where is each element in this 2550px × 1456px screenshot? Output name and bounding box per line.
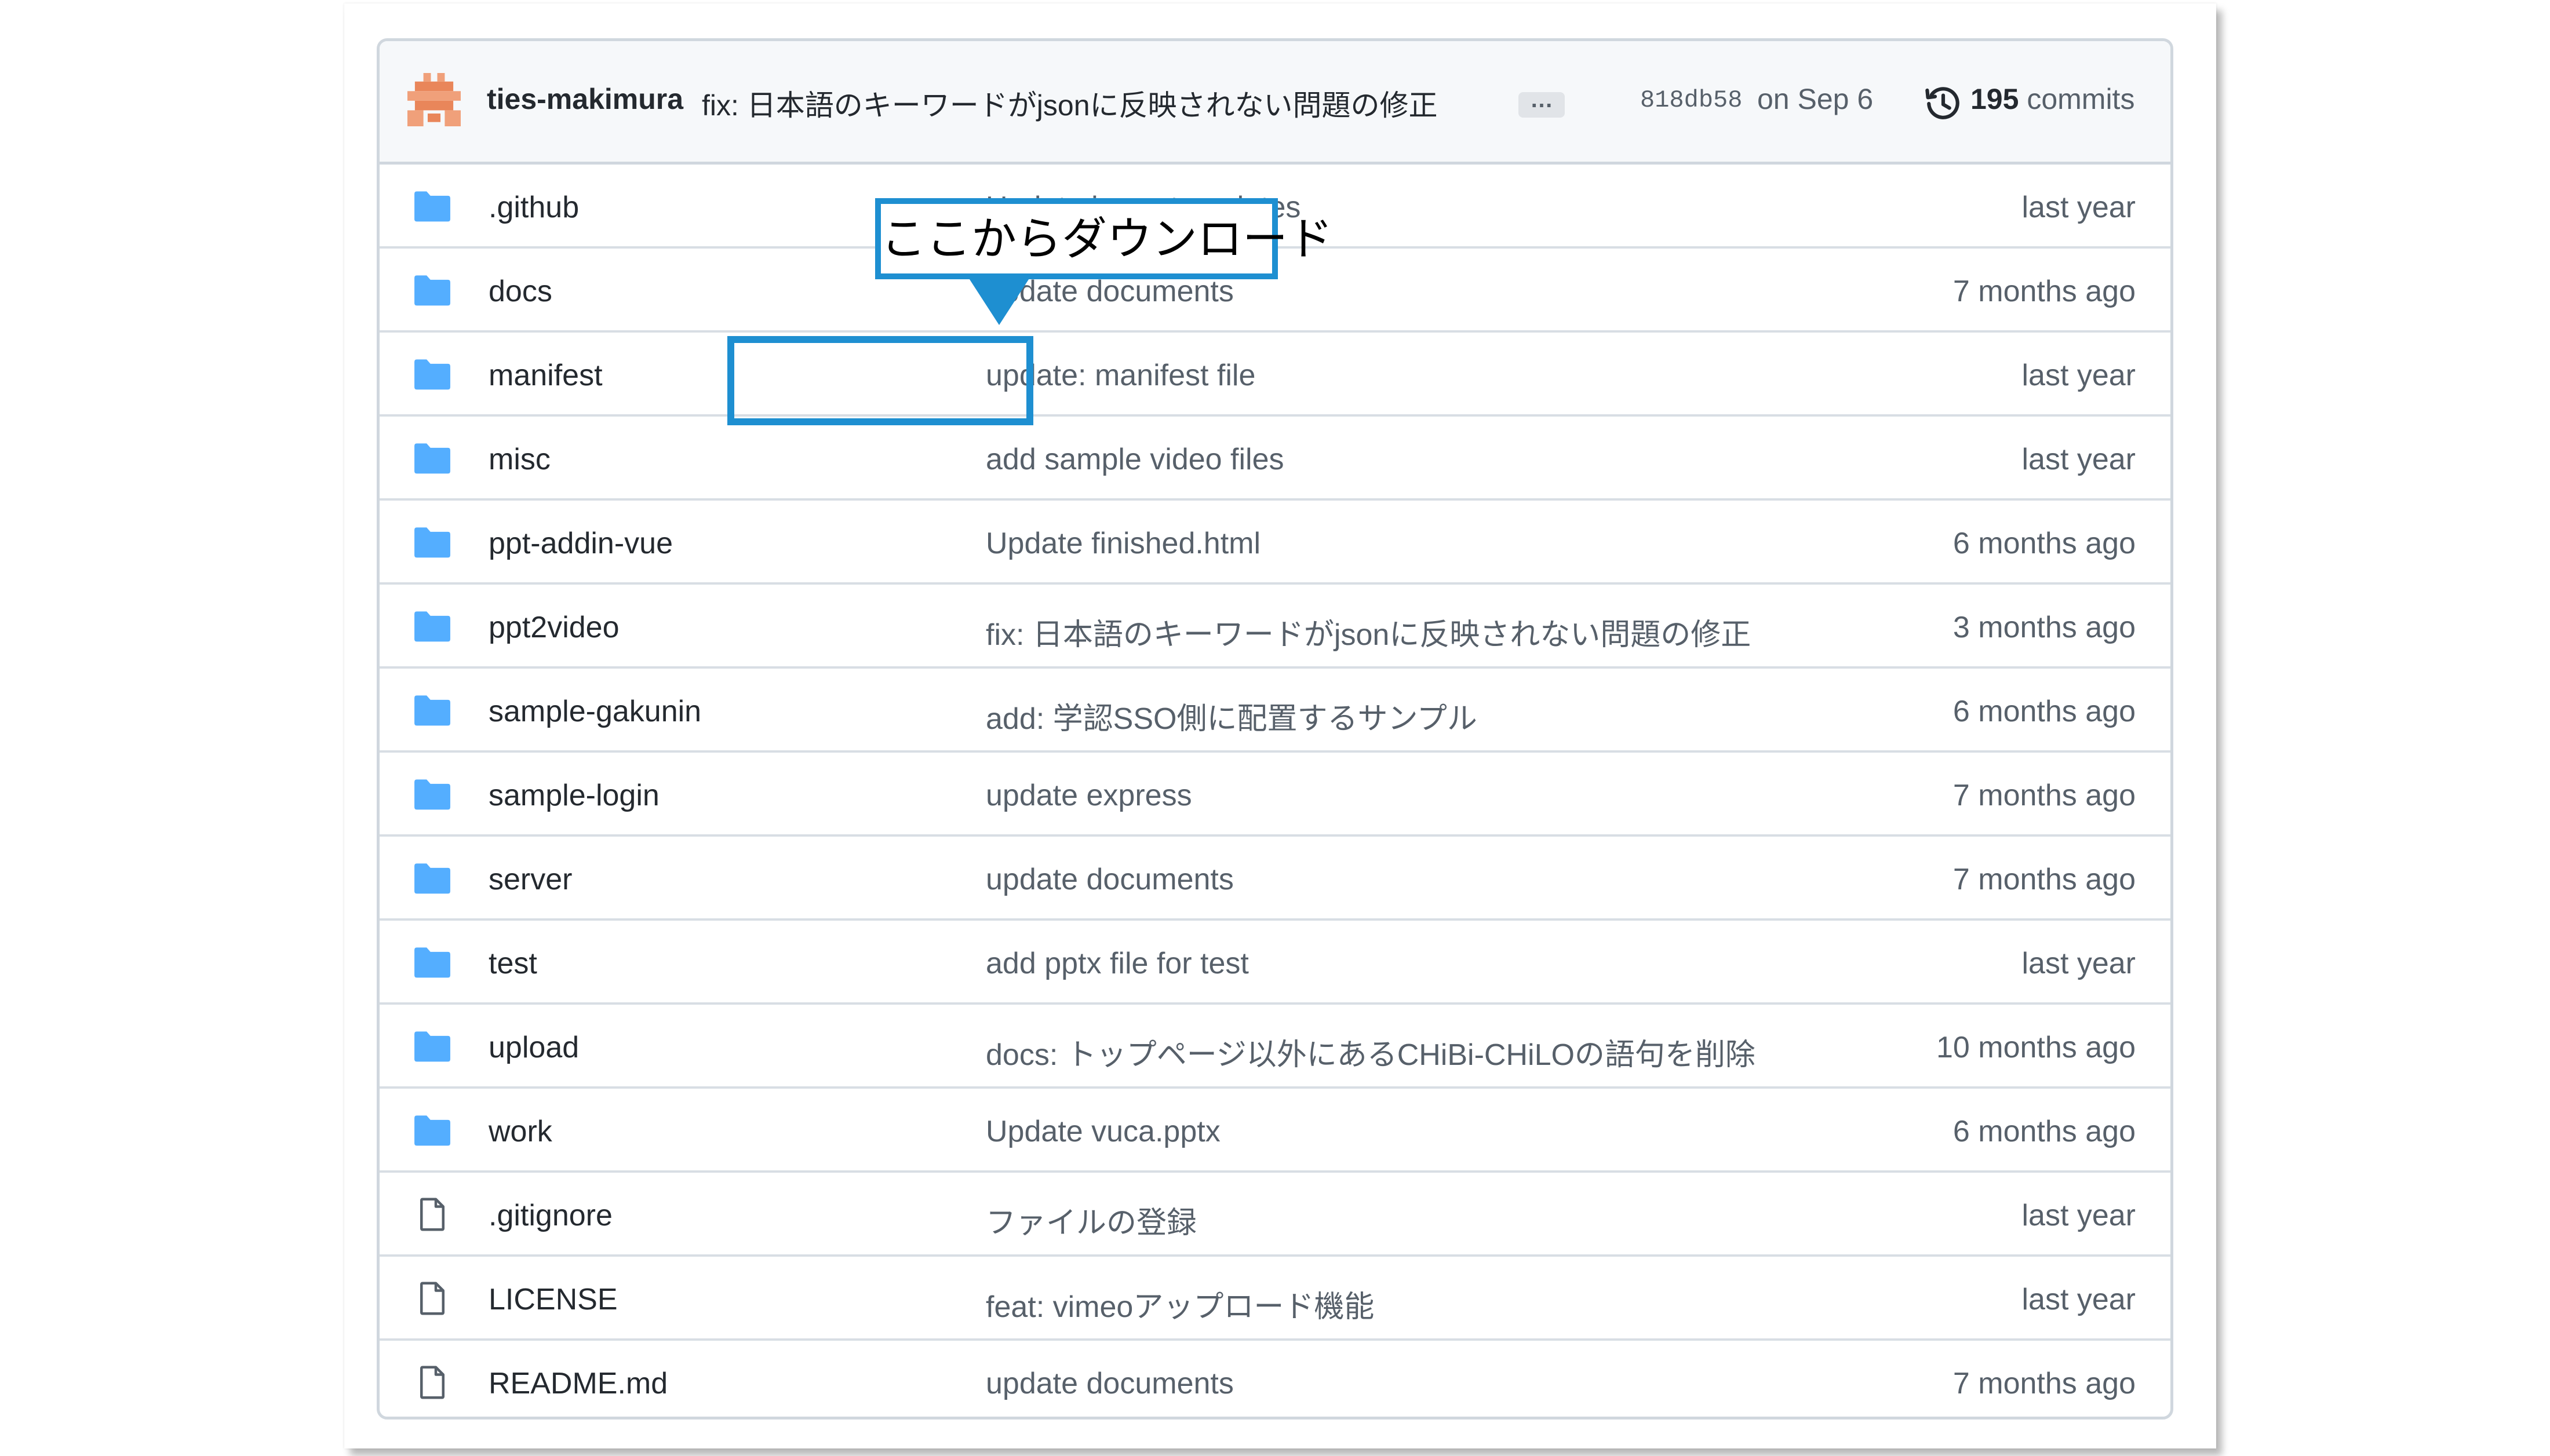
file-row: manifest update: manifest file last year — [380, 333, 2170, 417]
commit-age: last year — [2021, 1199, 2136, 1232]
commit-message-link[interactable]: add sample video files — [986, 442, 1284, 477]
commit-age: last year — [2021, 1283, 2136, 1316]
file-name-link[interactable]: manifest — [489, 358, 603, 393]
commit-age: last year — [2021, 359, 2136, 392]
commit-author-link[interactable]: ties-makimura — [487, 82, 683, 116]
file-row: test add pptx file for test last year — [380, 921, 2170, 1005]
file-row: sample-gakunin add: 学認SSO側に配置するサンプル 6 mont… — [380, 669, 2170, 753]
commit-age: 10 months ago — [1936, 1031, 2136, 1064]
folder-icon — [414, 275, 450, 306]
file-row: server update documents 7 months ago — [380, 837, 2170, 921]
commit-age: 6 months ago — [1952, 1115, 2136, 1148]
commit-message-link[interactable]: fix: 日本語のキーワードがjsonに反映されない問題の修正 — [986, 610, 1751, 654]
commit-message-link[interactable]: update documents — [986, 862, 1234, 897]
file-row: README.md update documents 7 months ago — [380, 1341, 2170, 1417]
commit-message-link[interactable]: add: 学認SSO側に配置するサンプル — [986, 694, 1477, 738]
commit-message-link[interactable]: add pptx file for test — [986, 946, 1249, 981]
commits-label: commits — [2027, 83, 2135, 115]
file-row: ppt-addin-vue Update finished.html 6 month… — [380, 501, 2170, 585]
commit-message-link[interactable]: feat: vimeoアップロード機能 — [986, 1282, 1374, 1326]
file-name-link[interactable]: .github — [489, 190, 579, 225]
commit-age: 3 months ago — [1952, 611, 2136, 644]
file-icon — [420, 1366, 445, 1399]
file-icon — [420, 1282, 445, 1315]
commit-age: 7 months ago — [1952, 1367, 2136, 1400]
file-name-link[interactable]: ppt-addin-vue — [489, 526, 673, 561]
commit-message-link[interactable]: update express — [986, 778, 1192, 813]
commit-age: 7 months ago — [1952, 779, 2136, 812]
commit-age: 7 months ago — [1952, 863, 2136, 896]
folder-icon — [414, 1115, 450, 1146]
latest-commit-bar: ties-makimura fix: 日本語のキーワードがjsonに反映されない… — [380, 41, 2170, 165]
file-name-link[interactable]: sample-login — [489, 778, 660, 813]
file-name-link[interactable]: upload — [489, 1030, 579, 1065]
folder-icon — [414, 611, 450, 642]
author-avatar[interactable] — [407, 73, 461, 126]
file-row: LICENSE feat: vimeoアップロード機能 last year — [380, 1257, 2170, 1341]
commit-message-link[interactable]: ファイルの登録 — [986, 1198, 1197, 1242]
folder-icon — [414, 863, 450, 894]
commit-age: 7 months ago — [1952, 275, 2136, 308]
commit-sha-link[interactable]: 818db58 — [1640, 86, 1742, 114]
commit-age: last year — [2021, 191, 2136, 224]
commit-count: 195 — [1970, 83, 2019, 115]
file-name-link[interactable]: test — [489, 946, 537, 981]
history-icon[interactable] — [1924, 85, 1962, 123]
screenshot-frame: ties-makimura fix: 日本語のキーワードがjsonに反映されない… — [344, 3, 2216, 1448]
commit-age: last year — [2021, 947, 2136, 980]
file-name-link[interactable]: .gitignore — [489, 1198, 613, 1233]
commit-age: last year — [2021, 443, 2136, 476]
file-row: sample-login update express 7 months ago — [380, 753, 2170, 837]
commit-age: 6 months ago — [1952, 695, 2136, 728]
folder-icon — [414, 695, 450, 726]
file-row: ppt2video fix: 日本語のキーワードがjsonに反映されない問題の修正… — [380, 585, 2170, 669]
file-name-link[interactable]: server — [489, 862, 572, 897]
file-name-link[interactable]: ppt2video — [489, 610, 620, 645]
commit-message-link[interactable]: Update vuca.pptx — [986, 1114, 1221, 1149]
folder-icon — [414, 191, 450, 222]
callout-pointer-arrow — [967, 276, 1031, 325]
commit-message-link[interactable]: docs: トップページ以外にあるCHiBi-CHiLOの語句を削除 — [986, 1030, 1755, 1074]
file-row: misc add sample video files last year — [380, 417, 2170, 501]
commit-age: 6 months ago — [1952, 527, 2136, 560]
commit-message-link[interactable]: update documents — [986, 1366, 1234, 1401]
commit-message-link[interactable]: fix: 日本語のキーワードがjsonに反映されない問題の修正 — [702, 82, 1438, 124]
file-icon — [420, 1198, 445, 1231]
folder-icon — [414, 443, 450, 474]
file-name-link[interactable]: sample-gakunin — [489, 694, 701, 729]
file-name-link[interactable]: LICENSE — [489, 1282, 618, 1317]
file-row: work Update vuca.pptx 6 months ago — [380, 1089, 2170, 1173]
file-name-link[interactable]: misc — [489, 442, 551, 477]
commit-date: on Sep 6 — [1757, 83, 1874, 115]
manifest-highlight-box — [727, 336, 1033, 425]
commits-count-link[interactable]: 195 commits — [1970, 82, 2134, 116]
file-row: upload docs: トップページ以外にあるCHiBi-CHiLOの語句を削除… — [380, 1005, 2170, 1089]
file-name-link[interactable]: docs — [489, 274, 552, 309]
download-callout: ここからダウンロード — [875, 198, 1333, 279]
commit-message-link[interactable]: Update finished.html — [986, 526, 1261, 561]
file-name-link[interactable]: work — [489, 1114, 552, 1149]
expand-commit-message-button[interactable]: … — [1518, 88, 1565, 118]
folder-icon — [414, 527, 450, 558]
folder-icon — [414, 779, 450, 810]
file-row: .gitignore ファイルの登録 last year — [380, 1173, 2170, 1257]
folder-icon — [414, 359, 450, 390]
folder-icon — [414, 1031, 450, 1062]
folder-icon — [414, 947, 450, 978]
file-name-link[interactable]: README.md — [489, 1366, 668, 1401]
